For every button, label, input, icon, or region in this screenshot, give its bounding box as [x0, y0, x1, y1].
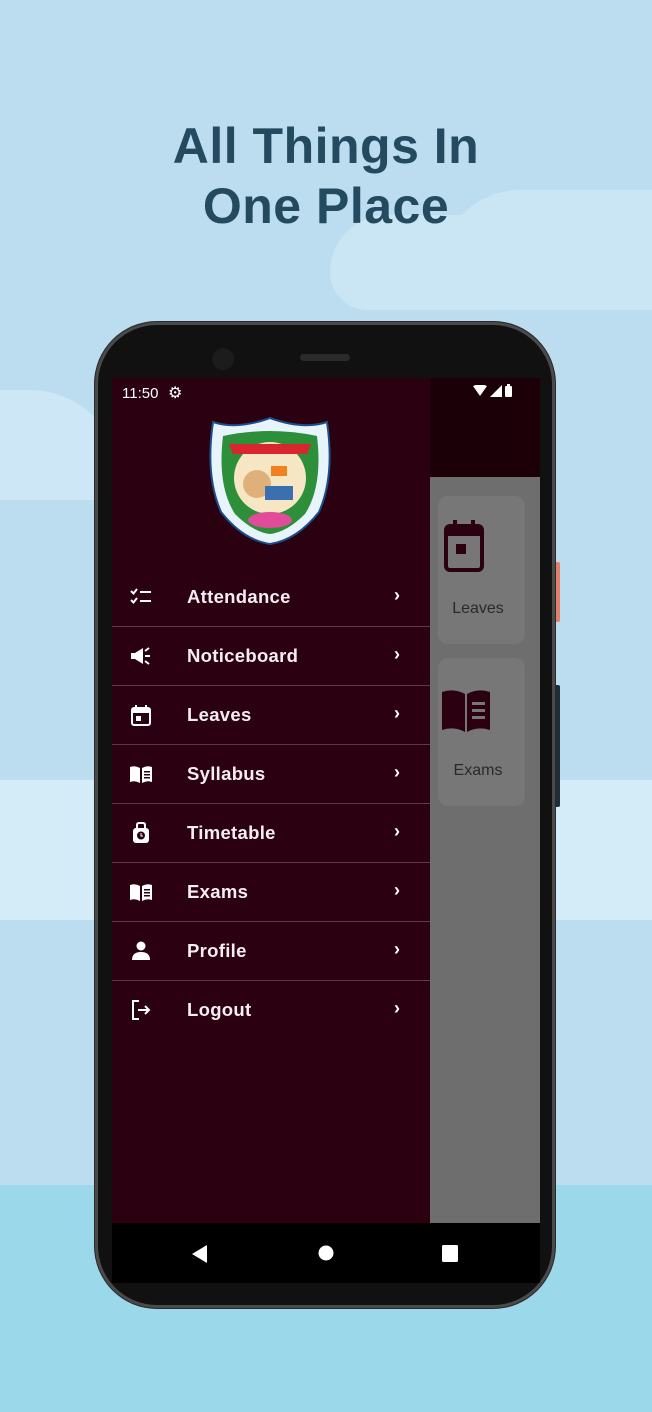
navigation-drawer: Attendance › Noticeboard › Leaves › Syll…	[112, 378, 430, 1223]
chevron-right-icon: ›	[394, 880, 400, 900]
drawer-menu: Attendance › Noticeboard › Leaves › Syll…	[112, 568, 430, 1039]
checklist-icon	[130, 588, 151, 605]
home-card-exams[interactable]: Exams	[438, 658, 525, 806]
dimmed-home-content[interactable]: Leaves Exams	[430, 378, 540, 1223]
promo-headline: All Things In One Place	[0, 116, 652, 236]
drawer-item-label: Leaves	[187, 704, 252, 725]
megaphone-icon	[131, 647, 150, 665]
android-nav-bar	[112, 1223, 540, 1283]
school-crest-logo	[209, 416, 331, 546]
status-bar: 11:50 ⚙	[112, 378, 540, 408]
phone-screen: Leaves Exams Attendance › Noticeboard › …	[112, 378, 540, 1223]
earpiece-speaker	[300, 354, 350, 361]
drawer-item-label: Syllabus	[187, 763, 266, 784]
phone-volume-button	[555, 685, 560, 807]
drawer-item-timetable[interactable]: Timetable ›	[112, 804, 430, 863]
headline-line2: One Place	[202, 178, 450, 234]
home-card-leaves[interactable]: Leaves	[438, 496, 525, 644]
chevron-right-icon: ›	[394, 703, 400, 723]
drawer-item-label: Exams	[187, 881, 249, 902]
wifi-icon	[473, 384, 487, 396]
headline-line1: All Things In	[172, 118, 480, 174]
phone-power-button	[555, 562, 560, 622]
calendar-icon	[444, 520, 484, 572]
recents-icon[interactable]	[442, 1245, 458, 1262]
status-time: 11:50	[122, 385, 159, 402]
drawer-item-logout[interactable]: Logout ›	[112, 981, 430, 1039]
chevron-right-icon: ›	[394, 939, 400, 959]
drawer-item-syllabus[interactable]: Syllabus ›	[112, 745, 430, 804]
chevron-right-icon: ›	[394, 998, 400, 1018]
book-icon	[442, 690, 490, 732]
signal-icon	[490, 384, 502, 397]
logout-icon	[132, 1000, 151, 1020]
home-icon[interactable]	[318, 1245, 334, 1261]
card-label: Leaves	[452, 600, 504, 617]
drawer-item-noticeboard[interactable]: Noticeboard ›	[112, 627, 430, 686]
card-label: Exams	[453, 762, 503, 779]
clock-bag-icon	[133, 822, 149, 843]
drawer-item-label: Timetable	[187, 822, 276, 843]
drawer-item-label: Profile	[187, 940, 247, 961]
battery-icon	[505, 384, 512, 397]
system-icons	[473, 384, 512, 397]
drawer-item-leaves[interactable]: Leaves ›	[112, 686, 430, 745]
drawer-item-exams[interactable]: Exams ›	[112, 863, 430, 922]
person-icon	[132, 941, 150, 960]
back-icon[interactable]	[192, 1245, 208, 1263]
drawer-item-label: Noticeboard	[187, 645, 299, 666]
book-icon	[130, 766, 152, 783]
chevron-right-icon: ›	[394, 585, 400, 605]
gear-icon: ⚙	[168, 385, 183, 402]
drawer-item-label: Attendance	[187, 586, 291, 607]
drawer-item-profile[interactable]: Profile ›	[112, 922, 430, 981]
book-icon	[130, 884, 152, 901]
drawer-item-label: Logout	[187, 999, 252, 1020]
chevron-right-icon: ›	[394, 821, 400, 841]
calendar-icon	[131, 705, 151, 726]
front-camera	[212, 348, 234, 370]
chevron-right-icon: ›	[394, 644, 400, 664]
chevron-right-icon: ›	[394, 762, 400, 782]
drawer-item-attendance[interactable]: Attendance ›	[112, 568, 430, 627]
